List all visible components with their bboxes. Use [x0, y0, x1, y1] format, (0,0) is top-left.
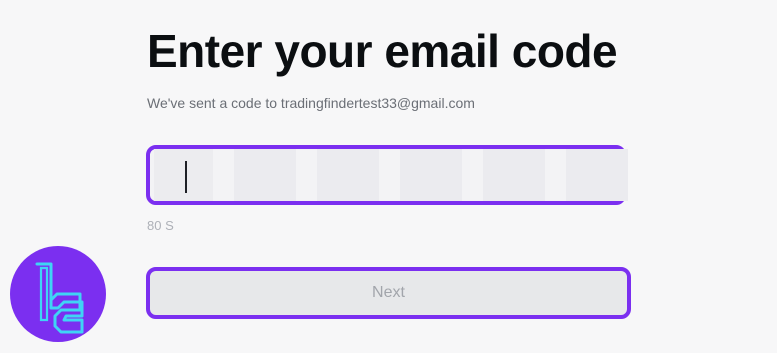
code-digit-2[interactable]	[234, 149, 296, 201]
next-button-label: Next	[372, 284, 405, 301]
code-digit-6[interactable]	[566, 149, 628, 201]
page-title: Enter your email code	[147, 25, 618, 77]
text-cursor	[185, 161, 187, 193]
email-code-input[interactable]	[146, 145, 628, 205]
code-digit-3[interactable]	[317, 149, 379, 201]
resend-countdown: 80 S	[147, 218, 174, 233]
next-button[interactable]: Next	[146, 267, 631, 319]
code-digit-5[interactable]	[483, 149, 545, 201]
tradingfinder-logo-icon	[10, 246, 106, 342]
code-digit-1[interactable]	[154, 149, 213, 201]
code-digit-4[interactable]	[400, 149, 462, 201]
email-sent-message: We've sent a code to tradingfindertest33…	[147, 95, 475, 111]
